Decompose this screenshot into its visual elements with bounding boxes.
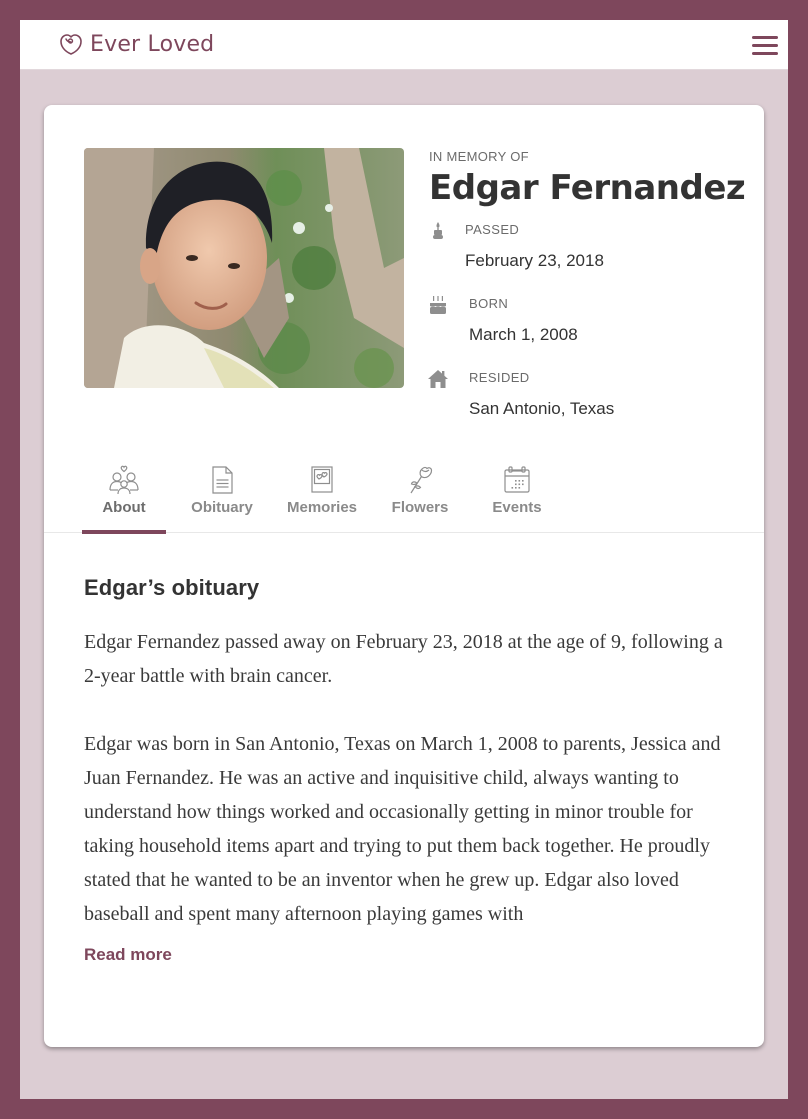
tab-label: Flowers: [391, 499, 449, 516]
photo-frame-icon: [311, 466, 333, 493]
fact-value: March 1, 2008: [469, 325, 578, 344]
fact-label: RESIDED: [469, 370, 530, 385]
obituary-paragraph: Edgar Fernandez passed away on February …: [84, 631, 723, 687]
hamburger-menu-icon-bar: [752, 36, 778, 39]
rose-icon: [410, 466, 433, 494]
calendar-icon: [504, 466, 530, 493]
memorial-card: IN MEMORY OF Edgar Fernandez PASSED Febr…: [44, 105, 764, 1047]
fact-label: BORN: [469, 296, 509, 311]
top-navigation-bar: Ever Loved: [20, 20, 788, 70]
deceased-name: Edgar Fernandez: [429, 168, 746, 208]
fact-born: BORN March 1, 2008: [429, 296, 749, 356]
fact-passed: PASSED February 23, 2018: [429, 222, 749, 282]
memorial-photo: [84, 148, 404, 388]
heart-leaf-icon: [60, 34, 82, 55]
memorial-info: IN MEMORY OF Edgar Fernandez PASSED Febr…: [428, 149, 749, 430]
tab-events[interactable]: Events: [480, 465, 554, 533]
tab-obituary[interactable]: Obituary: [182, 465, 262, 533]
portrait-image: [84, 148, 404, 388]
memorial-tabs: About Obituary Memories Flowers Events: [44, 465, 764, 534]
tab-memories[interactable]: Memories: [282, 465, 362, 533]
fact-value: February 23, 2018: [465, 251, 604, 270]
tab-about[interactable]: About: [82, 465, 166, 534]
read-more-link[interactable]: Read more: [84, 945, 172, 965]
birthday-cake-icon: [430, 296, 446, 314]
brand-logo-link[interactable]: Ever Loved: [58, 31, 214, 57]
tab-flowers[interactable]: Flowers: [384, 465, 456, 533]
obituary-paragraph: Edgar was born in San Antonio, Texas on …: [84, 733, 721, 925]
page-viewport: Ever Loved IN MEMORY OF Edgar Fernandez …: [20, 20, 788, 1099]
obituary-section: Edgar’s obituary Edgar Fernandez passed …: [84, 575, 734, 965]
fact-label: PASSED: [465, 222, 520, 237]
in-memory-of-label: IN MEMORY OF: [429, 149, 529, 164]
obituary-title: Edgar’s obituary: [84, 575, 260, 600]
document-icon: [212, 466, 233, 494]
tab-label: Memories: [286, 499, 358, 516]
tab-label: Obituary: [191, 499, 253, 516]
tab-label: About: [102, 499, 146, 516]
fact-resided: RESIDED San Antonio, Texas: [428, 370, 749, 430]
family-heart-icon: [109, 465, 139, 495]
fact-value: San Antonio, Texas: [469, 399, 615, 418]
hamburger-menu-icon-bar: [752, 52, 778, 55]
candle-icon: [433, 222, 443, 239]
home-icon: [428, 370, 448, 388]
hamburger-menu-button[interactable]: [752, 36, 778, 56]
brand-name: Ever Loved: [90, 31, 215, 57]
hamburger-menu-icon-bar: [752, 44, 778, 47]
tab-label: Events: [492, 499, 542, 516]
